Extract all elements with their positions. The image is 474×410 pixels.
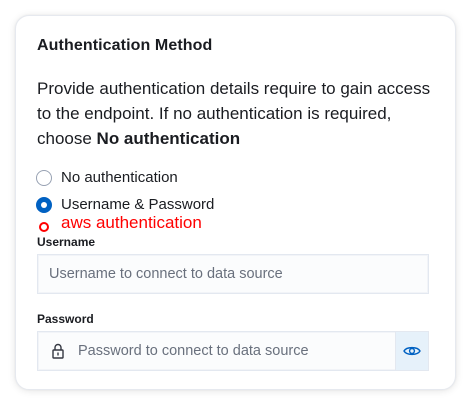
radio-aws-authentication[interactable]: aws authentication [36, 213, 202, 233]
radio-username-password[interactable]: Username & Password [36, 196, 214, 213]
radio-no-authentication[interactable]: No authentication [36, 169, 178, 186]
lock-icon [38, 332, 78, 370]
auth-description: Provide authentication details require t… [37, 76, 437, 151]
radio-circle[interactable] [39, 222, 49, 232]
eye-icon[interactable] [395, 332, 428, 370]
description-bold: No authentication [96, 129, 241, 148]
section-title: Authentication Method [37, 37, 213, 54]
radio-label: No authentication [61, 169, 178, 186]
username-label: Username [37, 235, 96, 249]
radio-label: Username & Password [61, 196, 215, 213]
radio-circle[interactable] [36, 169, 52, 186]
password-label: Password [37, 312, 94, 326]
username-field-wrapper [37, 254, 429, 294]
authentication-method-card: Authentication Method Provide authentica… [15, 15, 456, 390]
radio-label: aws authentication [61, 213, 202, 232]
password-field-wrapper [37, 331, 429, 371]
radio-circle-selected[interactable] [36, 196, 52, 213]
username-input[interactable] [38, 255, 428, 293]
password-input[interactable] [78, 332, 395, 370]
